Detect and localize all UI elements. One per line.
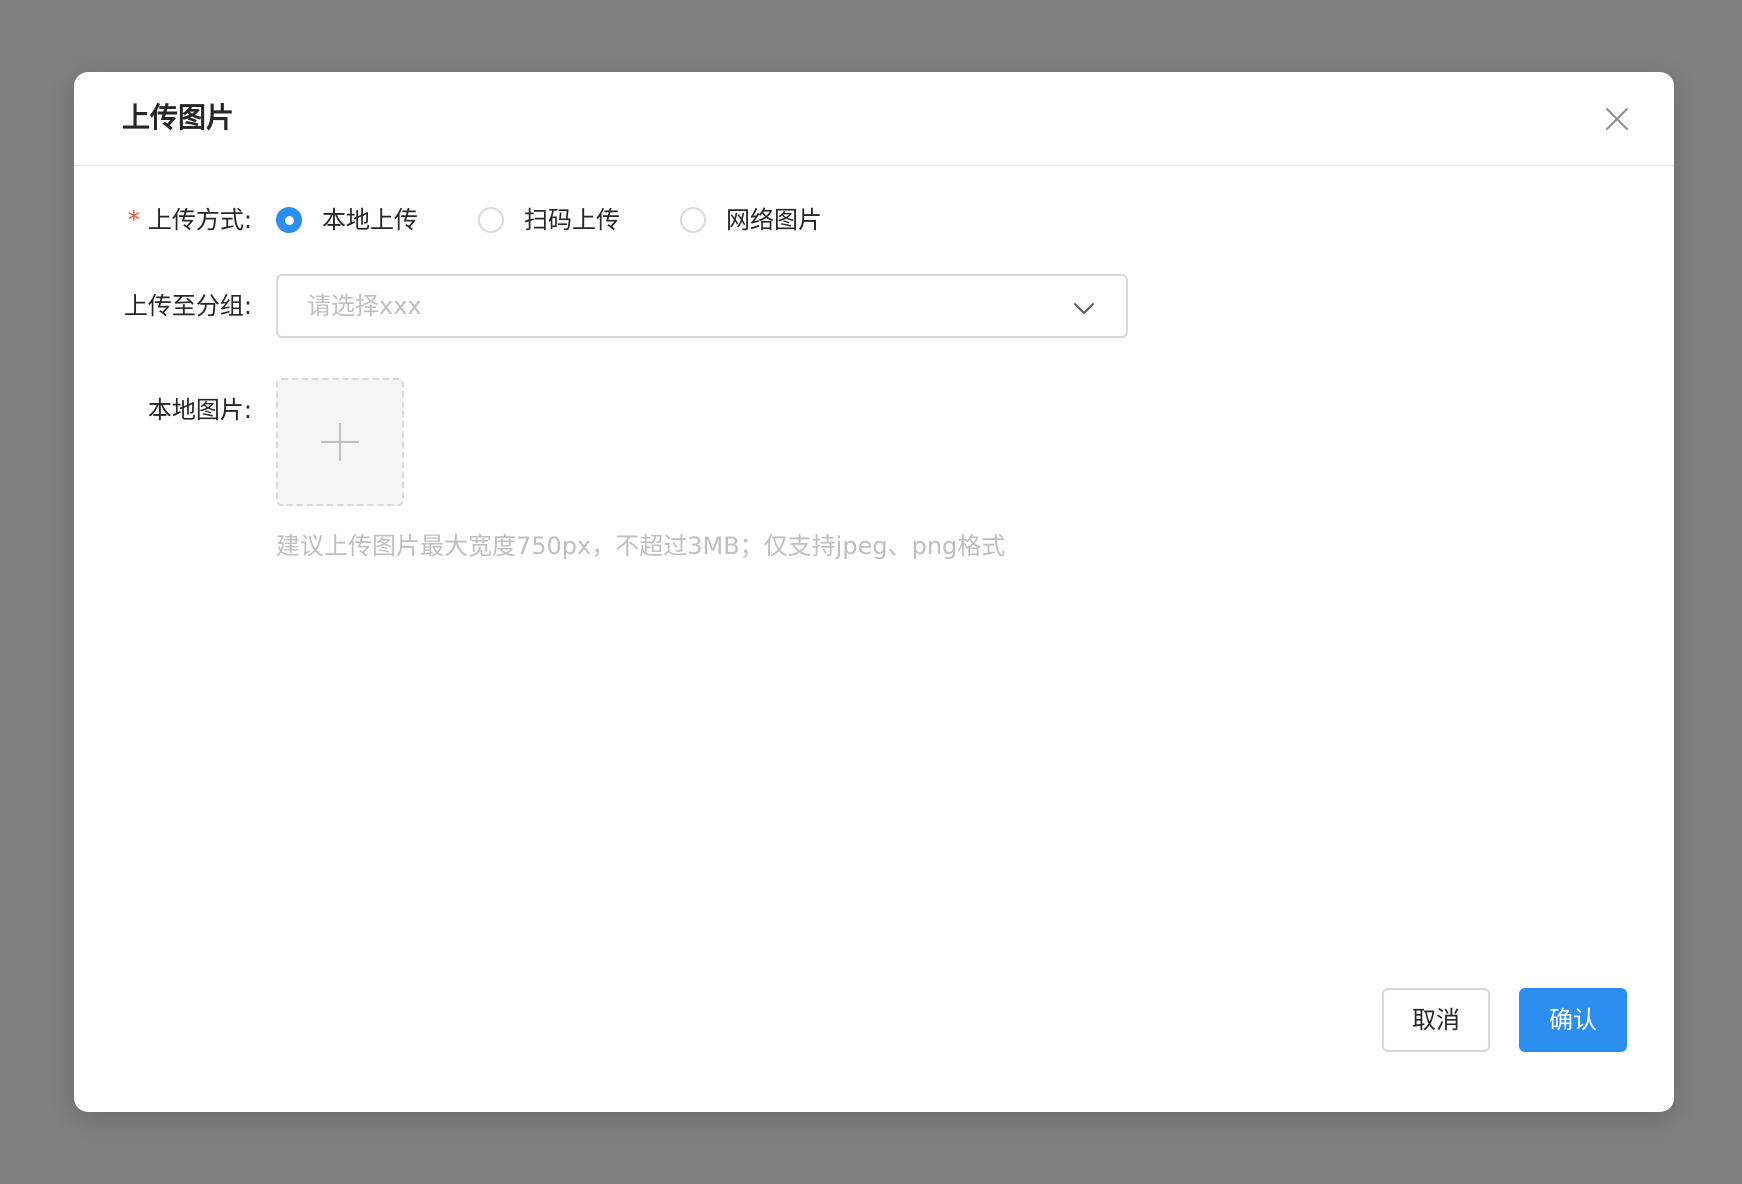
radio-unchecked-icon[interactable] (680, 207, 706, 233)
upload-hint: 建议上传图片最大宽度750px，不超过3MB；仅支持jpeg、png格式 (276, 532, 1006, 560)
radio-label: 扫码上传 (524, 206, 620, 234)
dialog-title: 上传图片 (122, 101, 235, 134)
radio-label: 网络图片 (726, 206, 822, 234)
radio-label: 本地上传 (322, 206, 418, 234)
radio-local-upload[interactable]: 本地上传 (276, 204, 418, 236)
confirm-button[interactable]: 确认 (1519, 988, 1627, 1052)
upload-method-radio-group: 本地上传 扫码上传 网络图片 (276, 204, 882, 236)
cancel-button[interactable]: 取消 (1382, 988, 1490, 1052)
group-label: 上传至分组: (123, 292, 252, 320)
required-marker: * (127, 206, 140, 234)
radio-checked-icon[interactable] (276, 207, 302, 233)
image-upload-button[interactable] (276, 378, 404, 506)
close-icon[interactable] (1604, 106, 1630, 132)
local-image-label: 本地图片: (147, 396, 252, 424)
radio-scan-upload[interactable]: 扫码上传 (478, 204, 620, 236)
dialog-header: 上传图片 (74, 72, 1674, 166)
upload-method-label: * 上传方式: (127, 206, 252, 234)
group-select[interactable]: 请选择xxx (276, 274, 1128, 338)
plus-icon (321, 423, 359, 461)
chevron-down-icon[interactable] (1072, 296, 1096, 320)
radio-web-image[interactable]: 网络图片 (680, 204, 822, 236)
radio-unchecked-icon[interactable] (478, 207, 504, 233)
group-select-placeholder: 请选择xxx (307, 292, 422, 320)
upload-image-dialog: 上传图片 * 上传方式: 本地上传 扫码上传 网络图片 上传至分组: 请选择xxx (74, 72, 1674, 1112)
